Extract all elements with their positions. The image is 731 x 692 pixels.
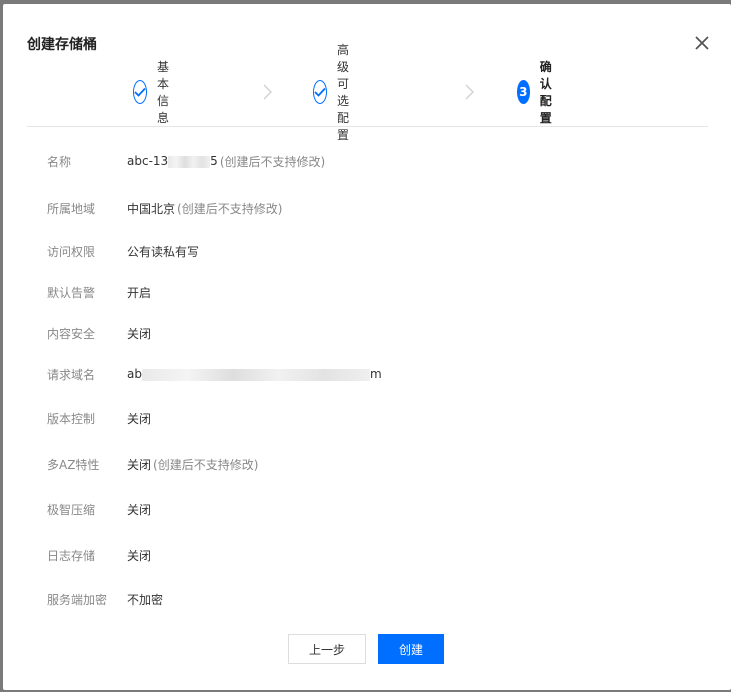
close-icon[interactable] [691,32,713,54]
row-note: (创建后不支持修改) [177,201,283,216]
bucket-name-start: abc-13 [127,154,169,168]
step-label: 高级可选配置 [337,43,350,142]
header-divider [27,126,708,127]
row-value: 开启 [127,285,152,300]
step-label: 确认配置 [539,60,552,125]
check-icon [313,80,327,104]
row-value: abc-13 5 [127,154,218,168]
summary-row-encryption: 服务端加密 不加密 [47,589,163,609]
summary-row-versioning: 版本控制 关闭 [47,408,151,428]
summary-row-name: 名称 abc-13 5 (创建后不支持修改) [47,151,325,171]
domain-end: m [369,367,382,381]
summary-row-access: 访问权限 公有读私有写 [47,241,199,261]
row-label: 请求域名 [47,367,96,382]
row-note: (创建后不支持修改) [219,154,326,169]
dialog-footer: 上一步 创建 [288,634,444,664]
summary-row-region: 所属地域 中国北京 (创建后不支持修改) [47,198,282,218]
row-value: 公有读私有写 [127,244,200,259]
create-button[interactable]: 创建 [378,634,444,664]
row-value: 关闭 [127,548,152,563]
redacted-block [168,155,211,168]
row-value: 关闭 [127,457,152,472]
chevron-right-icon [261,84,273,100]
row-label: 默认告警 [47,285,96,300]
bucket-name-end: 5 [210,154,218,168]
row-label: 日志存储 [47,548,96,563]
step-basic-info: 基本信息 [133,60,179,125]
row-value: 关闭 [127,502,152,517]
summary-row-domain: 请求域名 ab m [47,364,382,384]
row-value: 中国北京 [127,201,176,216]
row-value: 关闭 [127,326,152,341]
check-icon [133,80,147,104]
row-label: 访问权限 [47,244,96,259]
row-label: 内容安全 [47,326,96,341]
step-label: 基本信息 [157,60,170,125]
row-label: 极智压缩 [47,502,96,517]
summary-row-log-storage: 日志存储 关闭 [47,545,151,565]
create-bucket-dialog: 创建存储桶 基本信息 高级可选配置 3 确认配置 名称 abc-13 5 (创建… [3,4,731,690]
row-label: 版本控制 [47,411,96,426]
dialog-title: 创建存储桶 [27,37,97,53]
row-value: 关闭 [127,411,152,426]
step-advanced-config: 高级可选配置 [313,43,359,142]
chevron-right-icon [463,84,475,100]
row-value: ab m [127,367,382,381]
summary-row-compression: 极智压缩 关闭 [47,499,151,519]
prev-step-button[interactable]: 上一步 [288,634,366,664]
summary-row-multi-az: 多AZ特性 关闭 (创建后不支持修改) [47,454,258,474]
row-note: (创建后不支持修改) [153,457,259,472]
redacted-block [141,368,370,381]
step-confirm-config: 3 确认配置 [517,60,563,125]
row-label: 所属地域 [47,201,96,216]
domain-start: ab [127,367,142,381]
step-number-badge: 3 [517,80,530,104]
summary-row-alert: 默认告警 开启 [47,282,151,302]
row-label: 名称 [47,154,72,169]
summary-row-content-security: 内容安全 关闭 [47,323,151,343]
row-label: 多AZ特性 [47,457,100,472]
row-label: 服务端加密 [47,592,108,607]
row-value: 不加密 [127,592,164,607]
